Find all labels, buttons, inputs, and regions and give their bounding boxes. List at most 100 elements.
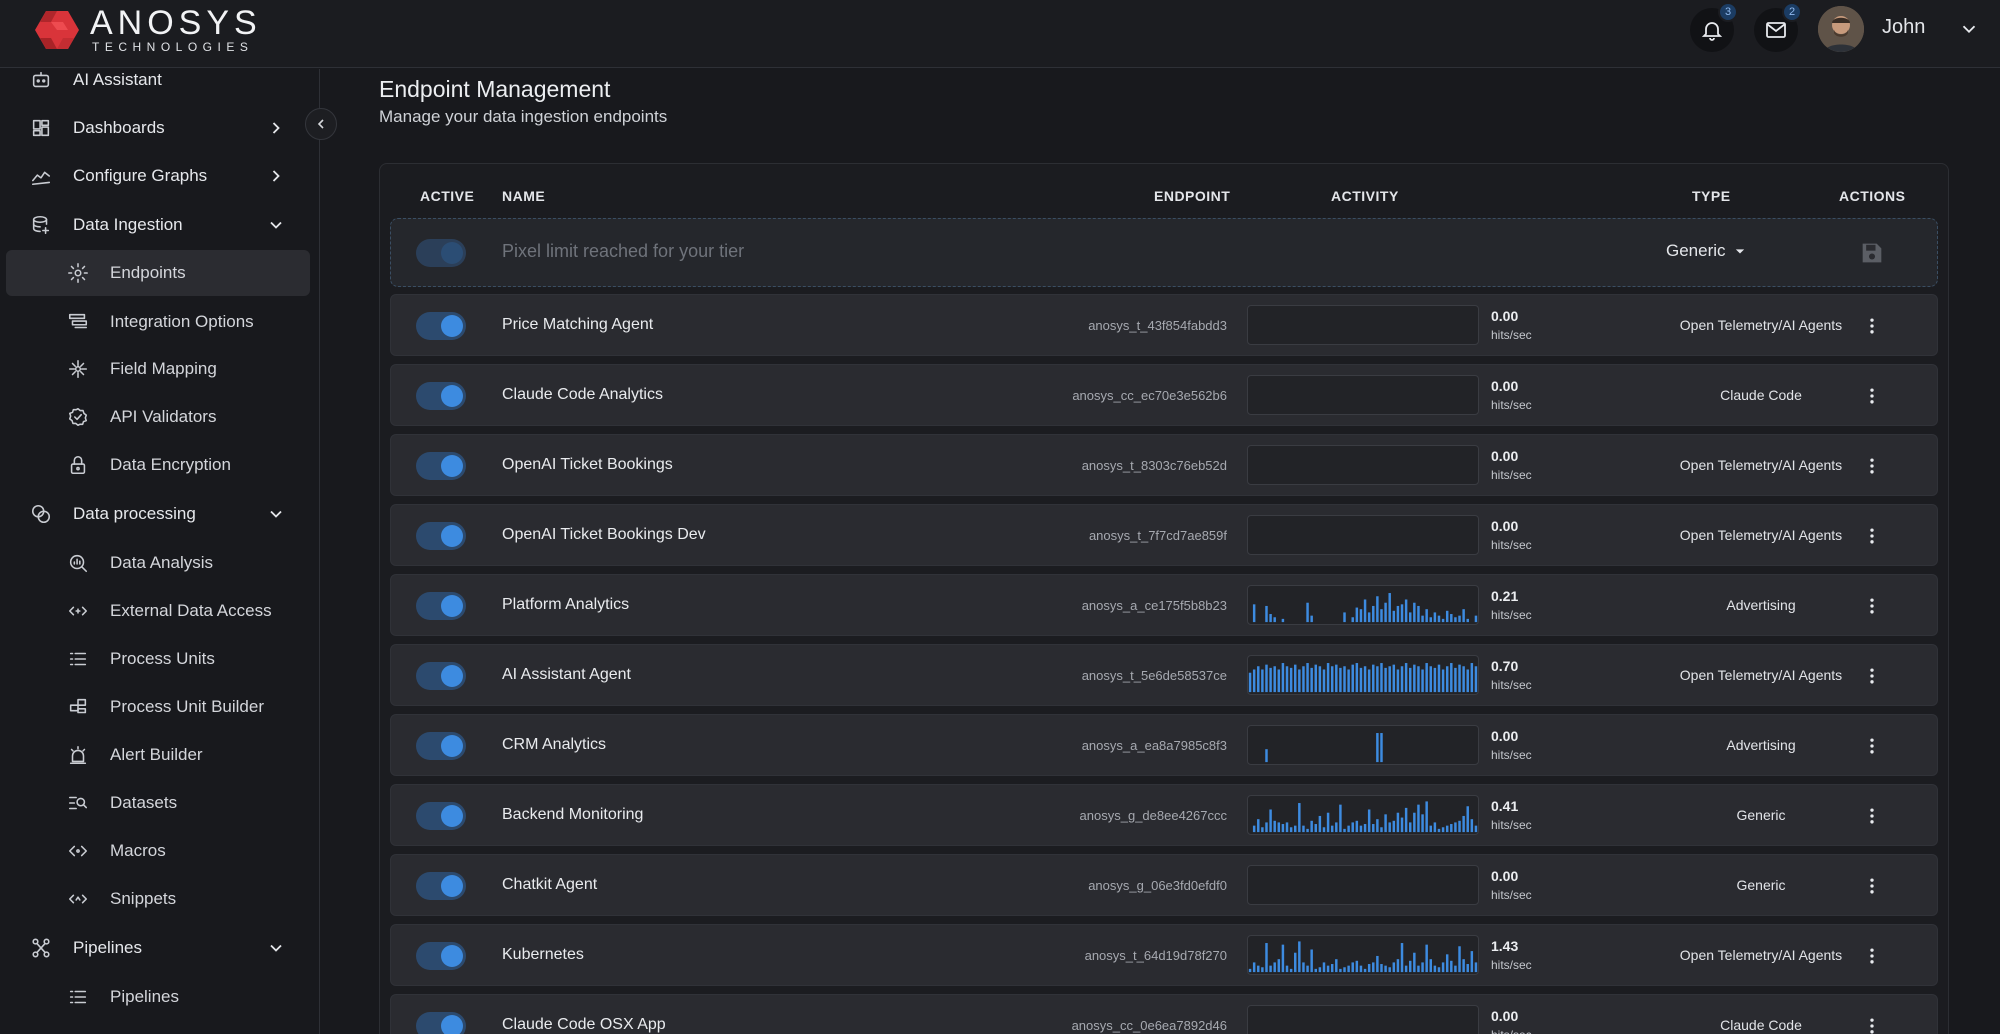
row-actions-button[interactable]	[1857, 661, 1887, 691]
active-toggle[interactable]	[416, 942, 466, 970]
messages-button[interactable]: 2	[1754, 2, 1802, 52]
active-toggle[interactable]	[416, 662, 466, 690]
endpoint-name[interactable]: Price Matching Agent	[502, 316, 653, 334]
sidebar-item-process-units[interactable]: Process Units	[6, 636, 310, 682]
sidebar-item-data-encryption[interactable]: Data Encryption	[6, 442, 310, 488]
table-row[interactable]: Claude Code Analytics anosys_cc_ec70e3e56…	[390, 364, 1938, 426]
header-type: TYPE	[1692, 188, 1731, 204]
sidebar-item-field-mapping[interactable]: Field Mapping	[6, 346, 310, 392]
active-toggle[interactable]	[416, 312, 466, 340]
row-actions-button[interactable]	[1857, 871, 1887, 901]
collapse-sidebar-button[interactable]	[305, 108, 337, 140]
row-actions-button[interactable]	[1857, 311, 1887, 341]
new-endpoint-type-select[interactable]: Generic	[1666, 241, 1750, 261]
sidebar-item-alert-builder[interactable]: Alert Builder	[6, 732, 310, 778]
endpoint-id: anosys_g_de8ee4267ccc	[1079, 808, 1227, 823]
sidebar-item-integration-options[interactable]: Integration Options	[6, 299, 310, 345]
table-row[interactable]: OpenAI Ticket Bookings Dev anosys_t_7f7cd…	[390, 504, 1938, 566]
active-toggle[interactable]	[416, 592, 466, 620]
endpoint-name[interactable]: Claude Code Analytics	[502, 386, 663, 404]
active-toggle[interactable]	[416, 522, 466, 550]
table-row[interactable]: Claude Code OSX App anosys_cc_0e6ea7892d4…	[390, 994, 1938, 1034]
table-row[interactable]: Kubernetes anosys_t_64d19d78f270 1.43 hits/…	[390, 924, 1938, 986]
row-actions-button[interactable]	[1857, 941, 1887, 971]
sidebar-item-snippets[interactable]: Snippets	[6, 876, 310, 922]
sidebar-item-ai-assistant[interactable]: AI Assistant	[6, 57, 310, 103]
sidebar-item-label: Endpoints	[110, 263, 186, 282]
active-toggle[interactable]	[416, 382, 466, 410]
row-actions-button[interactable]	[1857, 591, 1887, 621]
save-icon[interactable]	[1858, 239, 1886, 267]
endpoint-name[interactable]: Chatkit Agent	[502, 876, 597, 894]
activity-bar	[1384, 965, 1387, 973]
active-toggle[interactable]	[416, 452, 466, 480]
sidebar-item-data-ingestion[interactable]: Data Ingestion	[6, 202, 310, 248]
sidebar-item-dashboards[interactable]: Dashboards	[6, 105, 310, 151]
new-endpoint-name-input[interactable]: Pixel limit reached for your tier	[502, 241, 744, 262]
activity-bar	[1248, 968, 1252, 973]
activity-bar	[1261, 827, 1264, 833]
sidebar-item-datasets[interactable]: Datasets	[6, 780, 310, 826]
activity-bar	[1437, 664, 1441, 693]
activity-bar	[1285, 965, 1289, 973]
table-row[interactable]: Chatkit Agent anosys_g_06e3fd0efdf0 0.00 hi…	[390, 854, 1938, 916]
endpoint-name[interactable]: OpenAI Ticket Bookings	[502, 456, 673, 474]
activity-bar	[1454, 965, 1457, 973]
activity-bar	[1306, 663, 1309, 693]
activity-bar	[1343, 666, 1346, 693]
table-row[interactable]: AI Assistant Agent anosys_t_5e6de58537ce 0…	[390, 644, 1938, 706]
endpoint-name[interactable]: CRM Analytics	[502, 736, 606, 754]
activity-bar	[1445, 666, 1449, 693]
header-activity: ACTIVITY	[1331, 188, 1399, 204]
chevron-down-icon[interactable]	[1958, 18, 1980, 40]
endpoint-type: Claude Code	[1720, 1017, 1802, 1033]
active-toggle[interactable]	[416, 1012, 466, 1034]
sidebar-item-api-validators[interactable]: API Validators	[6, 394, 310, 440]
endpoint-name[interactable]: Platform Analytics	[502, 596, 629, 614]
endpoint-name[interactable]: Kubernetes	[502, 946, 584, 964]
endpoint-name[interactable]: Claude Code OSX App	[502, 1016, 666, 1034]
row-actions-button[interactable]	[1857, 451, 1887, 481]
activity-bar	[1302, 825, 1305, 833]
sidebar-item-process-unit-builder[interactable]: Process Unit Builder	[6, 684, 310, 730]
more-vertical-icon	[1870, 528, 1874, 544]
row-actions-button[interactable]	[1857, 521, 1887, 551]
new-endpoint-toggle[interactable]	[416, 239, 466, 267]
active-toggle[interactable]	[416, 732, 466, 760]
hit-rate: 0.00	[1491, 1008, 1519, 1024]
row-actions-button[interactable]	[1857, 731, 1887, 761]
hit-rate: 0.41	[1491, 798, 1519, 814]
sidebar-item-pipelines[interactable]: Pipelines	[6, 974, 310, 1020]
sidebar-item-external-data-access[interactable]: External Data Access	[6, 588, 310, 634]
activity-bar	[1392, 820, 1396, 833]
endpoint-name[interactable]: OpenAI Ticket Bookings Dev	[502, 526, 706, 544]
hit-rate: 0.70	[1491, 658, 1519, 674]
sidebar-item-label: Configure Graphs	[73, 166, 208, 185]
sidebar-item-macros[interactable]: Macros	[6, 828, 310, 874]
active-toggle[interactable]	[416, 872, 466, 900]
sidebar-item-endpoints[interactable]: Endpoints	[6, 250, 310, 296]
endpoint-name[interactable]: Backend Monitoring	[502, 806, 643, 824]
activity-bar	[1396, 605, 1400, 623]
row-actions-button[interactable]	[1857, 381, 1887, 411]
table-row[interactable]: CRM Analytics anosys_a_ea8a7985c8f3 0.00 hi…	[390, 714, 1938, 776]
row-actions-button[interactable]	[1857, 801, 1887, 831]
table-row[interactable]: Backend Monitoring anosys_g_de8ee4267ccc 0…	[390, 784, 1938, 846]
endpoint-name[interactable]: AI Assistant Agent	[502, 666, 631, 684]
logo[interactable]: ANOSYS TECHNOLOGIES	[34, 6, 262, 54]
endpoint-id: anosys_t_7f7cd7ae859f	[1088, 528, 1227, 543]
user-name[interactable]: John	[1882, 16, 1925, 39]
table-row[interactable]: OpenAI Ticket Bookings anosys_t_8303c76eb…	[390, 434, 1938, 496]
notifications-button[interactable]: 3	[1690, 2, 1738, 52]
activity-bar	[1462, 666, 1465, 693]
sidebar-item-data-processing[interactable]: Data processing	[6, 491, 310, 537]
avatar[interactable]	[1818, 6, 1864, 52]
sidebar-item-configure-graphs[interactable]: Configure Graphs	[6, 153, 310, 199]
sidebar-item-pipelines[interactable]: Pipelines	[6, 925, 310, 971]
table-row[interactable]: Price Matching Agent anosys_t_43f854fabdd…	[390, 294, 1938, 356]
active-toggle[interactable]	[416, 802, 466, 830]
hit-rate-unit: hits/sec	[1491, 328, 1532, 342]
table-row[interactable]: Platform Analytics anosys_a_ce175f5b8b23 0…	[390, 574, 1938, 636]
row-actions-button[interactable]	[1857, 1011, 1887, 1034]
sidebar-item-data-analysis[interactable]: Data Analysis	[6, 540, 310, 586]
